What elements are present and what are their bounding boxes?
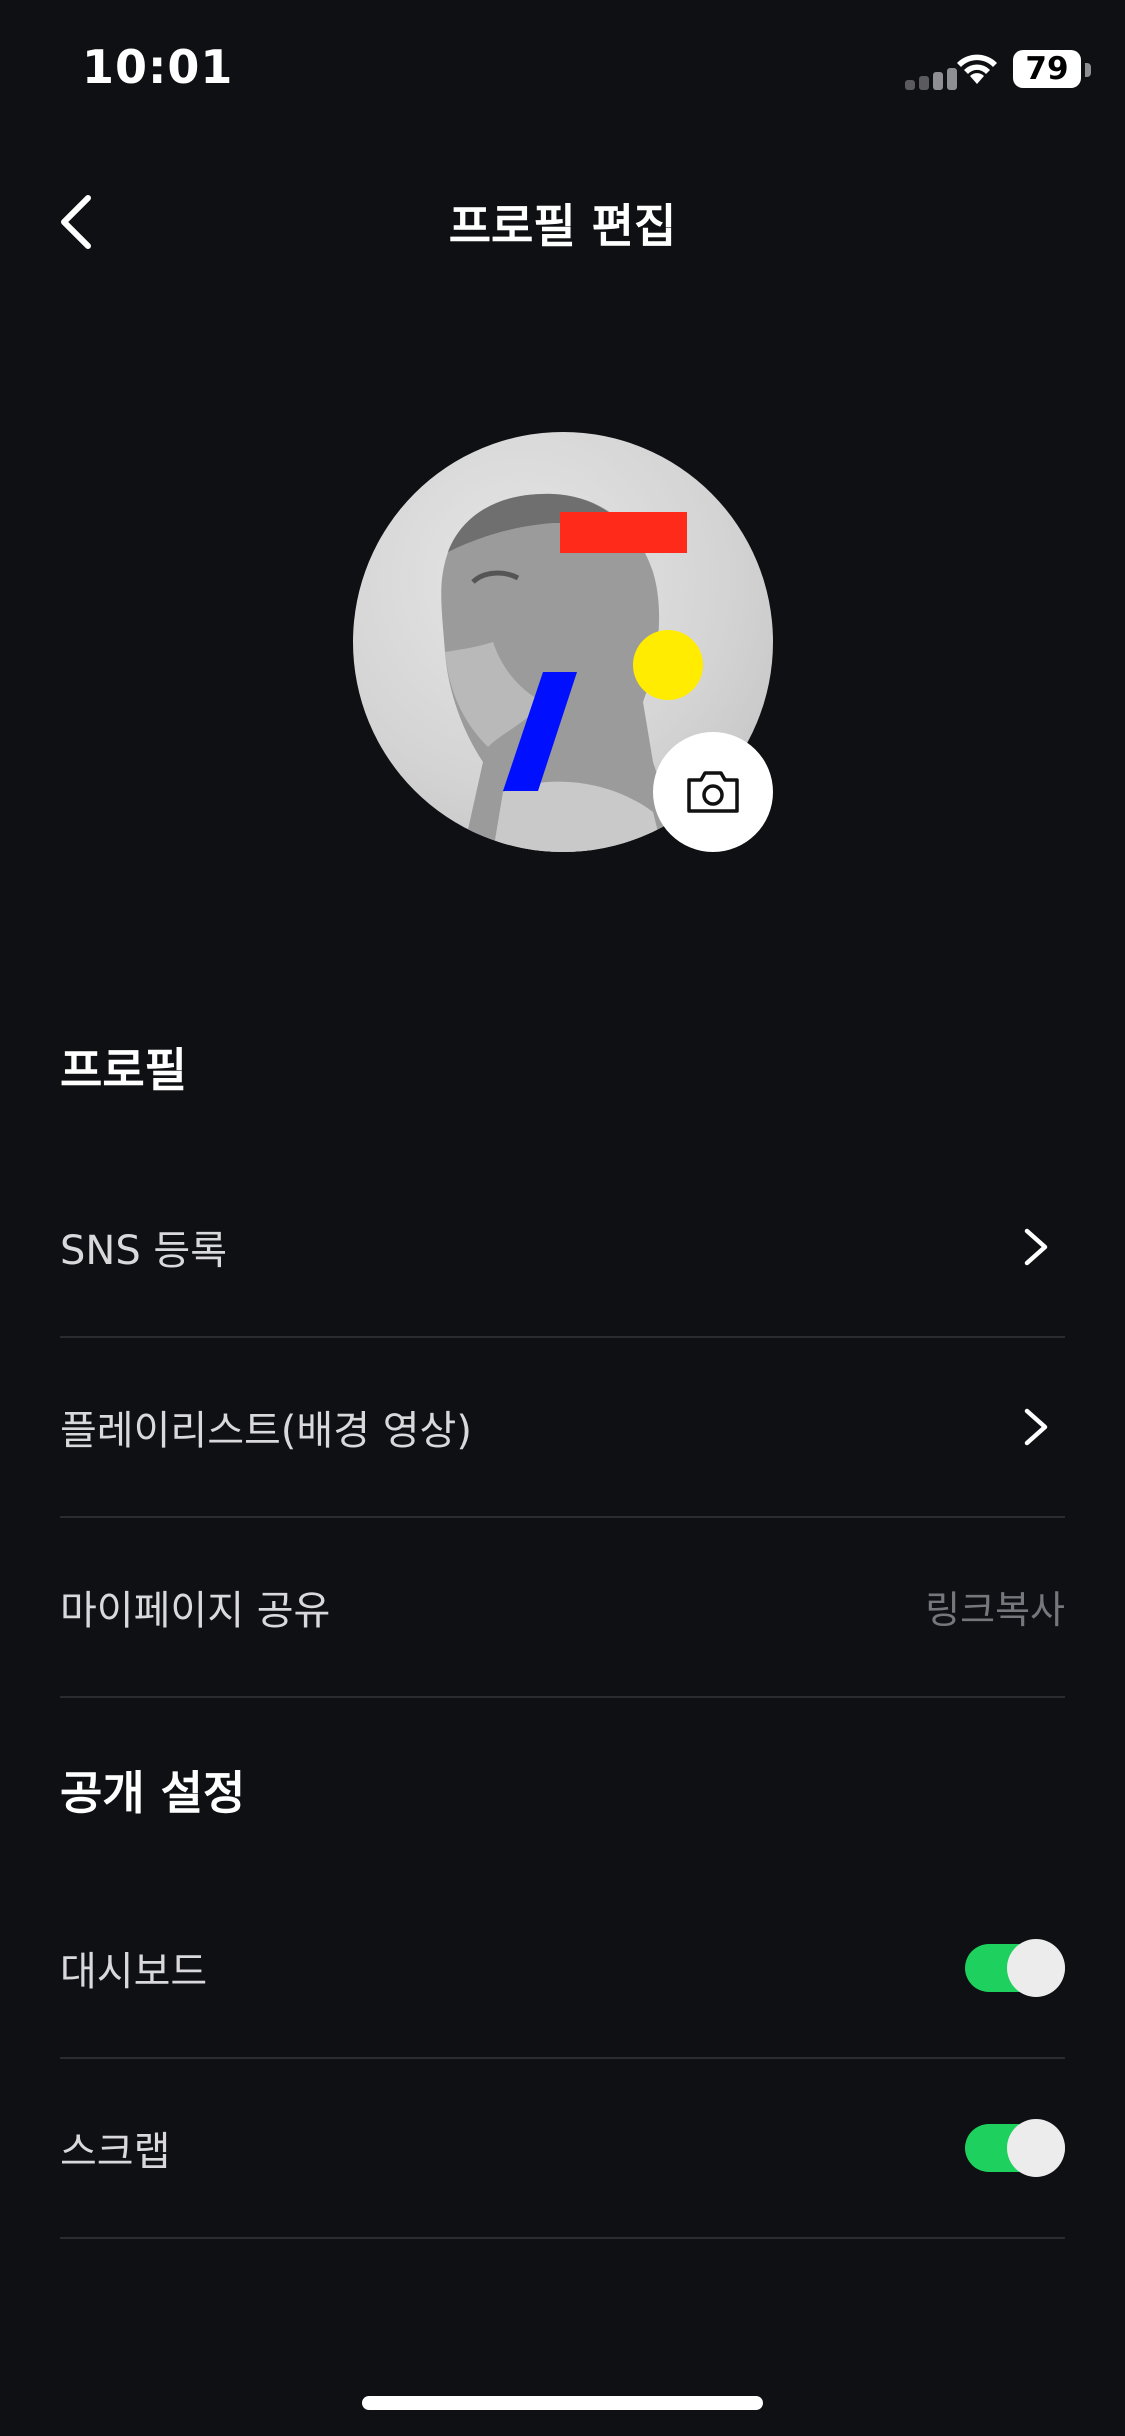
wifi-icon [953,50,1001,90]
profile-section-title: 프로필 [60,1043,187,1097]
row-label: 스크랩 [60,2128,171,2175]
page-title: 프로필 편집 [448,199,677,253]
toggle-knob [1007,1938,1065,1997]
mypage-share-row: 마이페이지 공유 링크복사 [60,1517,1065,1698]
row-label: 마이페이지 공유 [60,1587,331,1634]
row-label: 플레이리스트(배경 영상) [60,1407,472,1454]
privacy-section-title: 공개 설정 [60,1766,246,1820]
chevron-right-icon [1024,1228,1048,1265]
battery-tip [1085,63,1091,77]
home-indicator [362,2396,763,2410]
battery-icon: 79 [1013,50,1081,88]
status-time: 10:01 [82,40,234,94]
dashboard-row: 대시보드 [60,1878,1065,2059]
profile-edit-screen: 10:01 79 프로필 편집 프로필 SNS 등록 플레이리스트(배경 영상)… [0,0,1125,2436]
row-label: SNS 등록 [60,1227,228,1274]
camera-icon [687,771,739,813]
toggle-knob [1007,2118,1065,2177]
playlist-row[interactable]: 플레이리스트(배경 영상) [60,1337,1065,1518]
change-photo-button[interactable] [653,732,773,852]
scrap-toggle[interactable] [965,2118,1065,2177]
chevron-right-icon [1024,1408,1048,1445]
dashboard-toggle[interactable] [965,1938,1065,1997]
scrap-row: 스크랩 [60,2058,1065,2239]
sns-register-row[interactable]: SNS 등록 [60,1157,1065,1338]
row-label: 대시보드 [60,1948,208,1995]
copy-link-button[interactable]: 링크복사 [925,1579,1065,1634]
